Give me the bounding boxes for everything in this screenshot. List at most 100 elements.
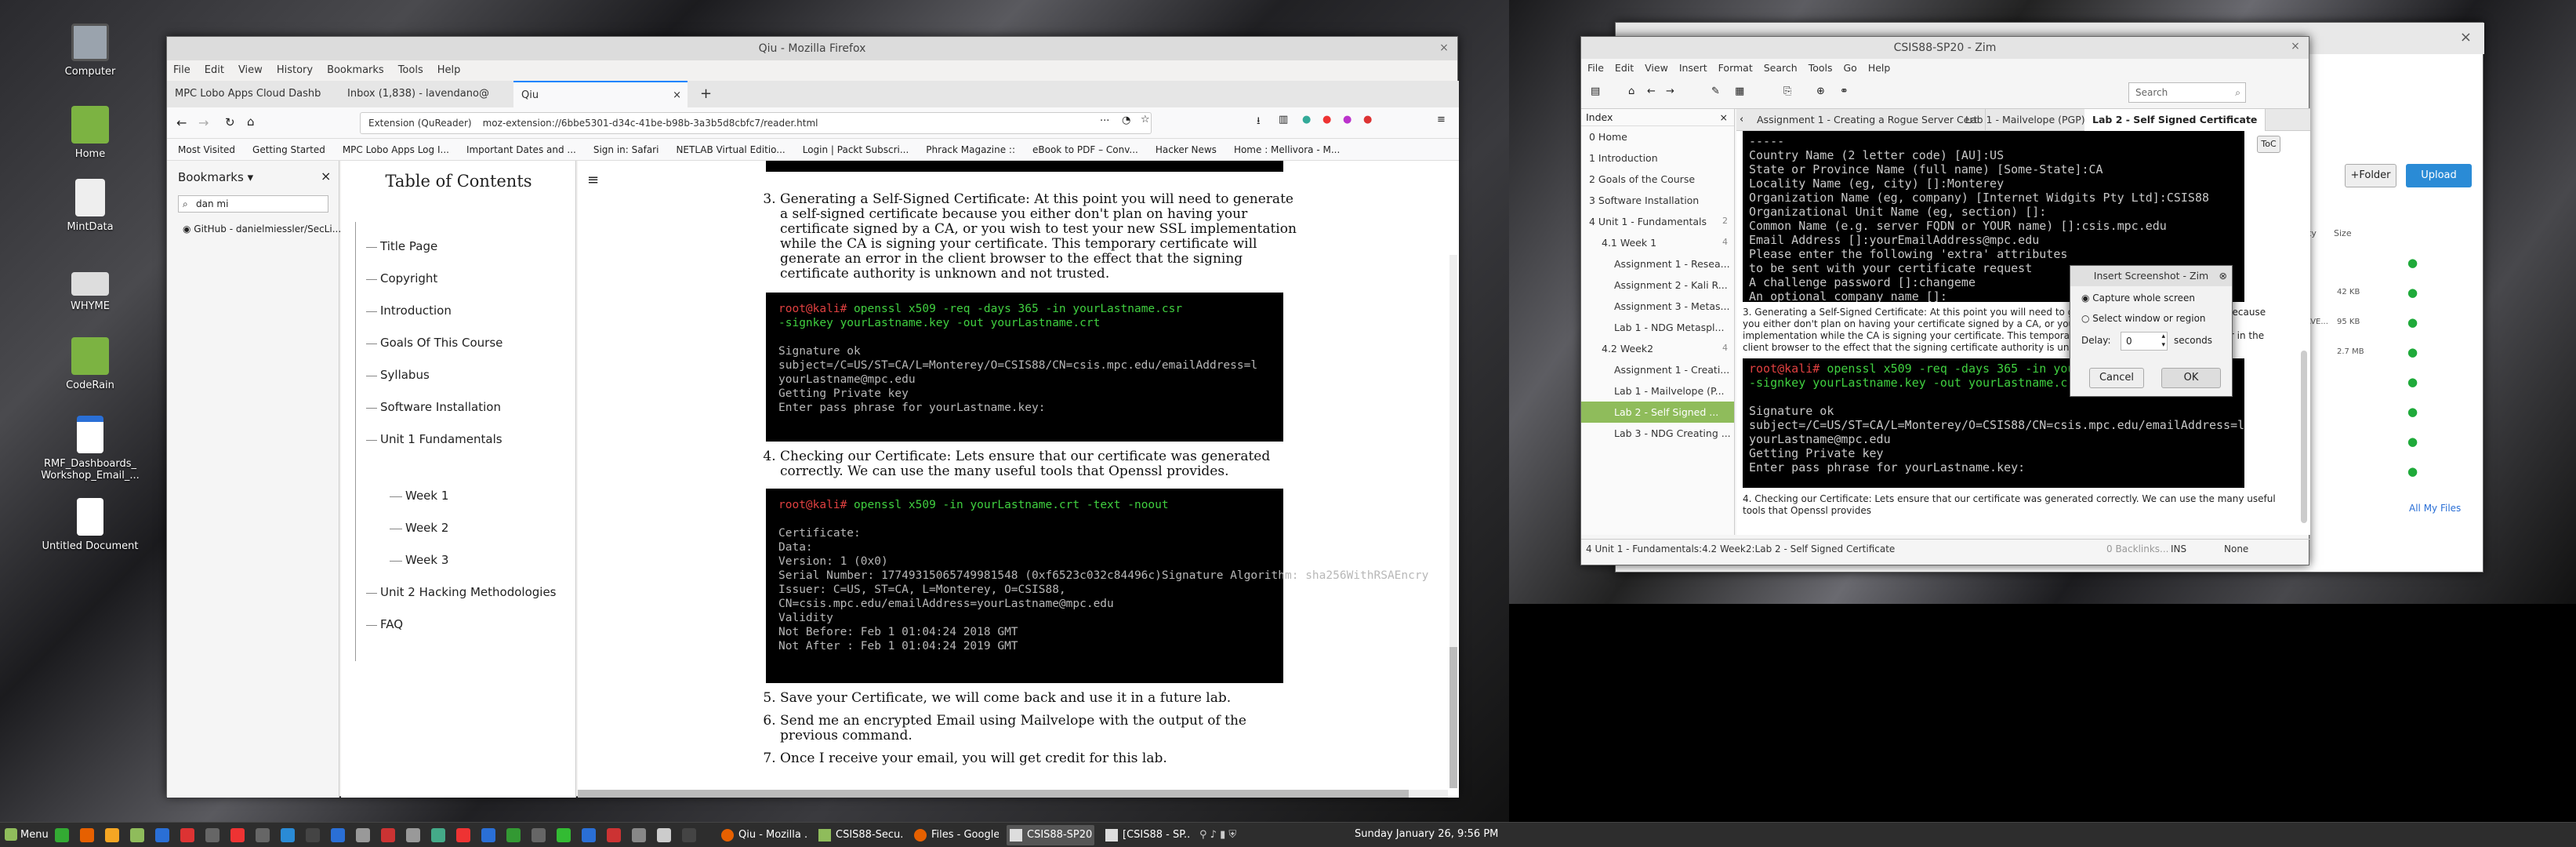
downloads-icon[interactable]: ⭳ xyxy=(1257,114,1261,131)
bookmark-1[interactable]: Getting Started xyxy=(252,144,325,155)
toc-item[interactable]: Unit 2 Hacking Methodologies xyxy=(366,585,557,599)
toc-link[interactable]: Goals Of This Course xyxy=(380,336,503,350)
ok-button[interactable]: OK xyxy=(2161,368,2221,388)
toc-link[interactable]: Week 2 xyxy=(405,521,448,535)
launcher-icon[interactable] xyxy=(557,828,571,842)
task-files-google[interactable]: Files - Google... xyxy=(911,825,999,845)
all-my-files-link[interactable]: All My Files xyxy=(2409,503,2461,514)
desktop-icon-mintdata[interactable]: MintData xyxy=(31,179,149,233)
extension-icon[interactable]: ● xyxy=(1302,114,1311,125)
status-style[interactable]: None xyxy=(2224,540,2248,558)
launcher-icon[interactable] xyxy=(682,828,696,842)
zim-forward-icon[interactable]: → xyxy=(1666,85,1674,97)
launcher-icon[interactable] xyxy=(532,828,546,842)
bookmark-2[interactable]: MPC Lobo Apps Log I... xyxy=(343,144,449,155)
desktop-icon-rmf[interactable]: RMF_Dashboards_ Workshop_Email_... xyxy=(31,416,149,482)
launcher-icon[interactable] xyxy=(657,828,671,842)
index-item[interactable]: 4.2 Week2 xyxy=(1581,338,1734,359)
files-close-icon[interactable]: × xyxy=(2460,29,2472,45)
zim-tab-lab2[interactable]: Lab 2 - Self Signed Certificate xyxy=(2084,109,2266,131)
clock[interactable]: Sunday January 26, 9:56 PM xyxy=(1355,828,1498,840)
page-actions-icon[interactable]: ··· xyxy=(1100,115,1109,127)
toc-item[interactable]: Introduction xyxy=(366,304,452,318)
zim-menu-view[interactable]: View xyxy=(1645,62,1668,74)
bookmark-8[interactable]: eBook to PDF – Conv... xyxy=(1032,144,1138,155)
tab-inbox[interactable]: Inbox (1,838) - lavendano@ xyxy=(339,81,512,107)
zim-search-input[interactable]: Search ⌕ xyxy=(2128,82,2246,103)
desktop-icon-untitled[interactable]: Untitled Document xyxy=(31,498,149,552)
zim-menu-file[interactable]: File xyxy=(1587,62,1604,74)
task-firefox[interactable]: Qiu - Mozilla ... xyxy=(718,825,807,845)
zim-back-icon[interactable]: ← xyxy=(1647,85,1656,97)
toc-item[interactable]: Copyright xyxy=(366,271,437,285)
zim-menu-help[interactable]: Help xyxy=(1868,62,1891,74)
home-icon[interactable]: ⌂ xyxy=(247,115,255,129)
desktop-icon-coderain[interactable]: CodeRain xyxy=(31,337,149,391)
cancel-button[interactable]: Cancel xyxy=(2089,368,2144,388)
toc-link[interactable]: Title Page xyxy=(380,239,437,253)
forward-icon[interactable]: → xyxy=(198,115,209,130)
index-item[interactable]: 1 Introduction xyxy=(1581,147,1734,169)
select-window-radio[interactable]: ○ Select window or region xyxy=(2081,313,2206,324)
toc-link[interactable]: FAQ xyxy=(380,617,403,631)
toc-item[interactable]: FAQ xyxy=(366,617,403,631)
toc-item[interactable]: Unit 1 Fundamentals xyxy=(366,432,503,446)
bookmark-3[interactable]: Important Dates and ... xyxy=(466,144,576,155)
extension-ublock-icon[interactable]: ● xyxy=(1363,114,1372,125)
launcher-icon[interactable] xyxy=(406,828,420,842)
edit-icon[interactable]: ✎ xyxy=(1711,85,1720,97)
new-tab-button[interactable]: + xyxy=(692,81,716,107)
launcher-icon[interactable] xyxy=(55,828,69,842)
index-item[interactable]: 4 Unit 1 - Fundamentals xyxy=(1581,211,1734,232)
index-item[interactable]: Lab 1 - Mailvelope (P... xyxy=(1581,380,1734,402)
bookmark-10[interactable]: Home : Mellivora - M... xyxy=(1234,144,1340,155)
zim-menu-go[interactable]: Go xyxy=(1843,62,1856,74)
index-item[interactable]: Lab 3 - NDG Creating ... xyxy=(1581,423,1734,444)
insert-date-icon[interactable]: ▦ xyxy=(1735,85,1744,97)
toc-link[interactable]: Syllabus xyxy=(380,368,430,382)
volume-icon[interactable]: ♪ xyxy=(1210,829,1217,841)
index-toggle-icon[interactable]: ▤ xyxy=(1591,85,1600,97)
launcher-icon[interactable] xyxy=(180,828,194,842)
launcher-icon[interactable] xyxy=(105,828,119,842)
bookmark-7[interactable]: Phrack Magazine :: xyxy=(926,144,1015,155)
upload-button[interactable]: Upload xyxy=(2406,164,2472,187)
launcher-icon[interactable] xyxy=(80,828,94,842)
index-item[interactable]: Lab 1 - NDG Metaspl... xyxy=(1581,317,1734,338)
launcher-icon[interactable] xyxy=(506,828,521,842)
launcher-icon[interactable] xyxy=(281,828,295,842)
toc-item[interactable]: Week 1 xyxy=(390,489,448,503)
dialog-close-icon[interactable]: ⊗ xyxy=(2219,266,2227,286)
capture-whole-screen-radio[interactable]: ◉ Capture whole screen xyxy=(2081,293,2195,304)
index-close-icon[interactable]: × xyxy=(1720,109,1728,126)
star-icon[interactable]: ☆ xyxy=(1141,114,1150,125)
menu-history[interactable]: History xyxy=(277,64,313,76)
toc-link[interactable]: Unit 2 Hacking Methodologies xyxy=(380,585,557,599)
zim-close-icon[interactable]: × xyxy=(2288,40,2302,54)
reader-scrollbar[interactable] xyxy=(1449,255,1457,788)
zim-tab-lab1[interactable]: Lab 1 - Mailvelope (PGP) xyxy=(1957,109,2094,131)
index-item[interactable]: Lab 2 - Self Signed ... xyxy=(1581,402,1734,423)
launcher-icon[interactable] xyxy=(230,828,245,842)
bookmark-9[interactable]: Hacker News xyxy=(1156,144,1217,155)
zim-menu-search[interactable]: Search xyxy=(1764,62,1798,74)
new-folder-button[interactable]: +Folder xyxy=(2345,164,2396,187)
toc-item[interactable]: Syllabus xyxy=(366,368,430,382)
launcher-icon[interactable] xyxy=(356,828,370,842)
reader-menu-icon[interactable]: ≡ xyxy=(587,172,599,188)
index-item[interactable]: Assignment 2 - Kali R... xyxy=(1581,274,1734,296)
reload-icon[interactable]: ↻ xyxy=(225,115,235,129)
bookmark-search-input[interactable]: ⌕ dan mi xyxy=(178,195,328,213)
toc-item[interactable]: Week 3 xyxy=(390,553,448,567)
launcher-icon[interactable] xyxy=(331,828,345,842)
toc-item[interactable]: Software Installation xyxy=(366,400,501,414)
zim-scrollbar[interactable] xyxy=(2301,351,2307,523)
close-tab-icon[interactable]: × xyxy=(673,82,681,107)
zim-menu-tools[interactable]: Tools xyxy=(1809,62,1833,74)
bookmark-4[interactable]: Sign in: Safari xyxy=(593,144,659,155)
attach-icon[interactable]: ⎘ xyxy=(1783,85,1791,97)
zim-menu-format[interactable]: Format xyxy=(1718,62,1753,74)
bookmark-5[interactable]: NETLAB Virtual Editio... xyxy=(676,144,785,155)
hamburger-menu-icon[interactable]: ≡ xyxy=(1437,114,1446,125)
toc-item[interactable]: Week 2 xyxy=(390,521,448,535)
